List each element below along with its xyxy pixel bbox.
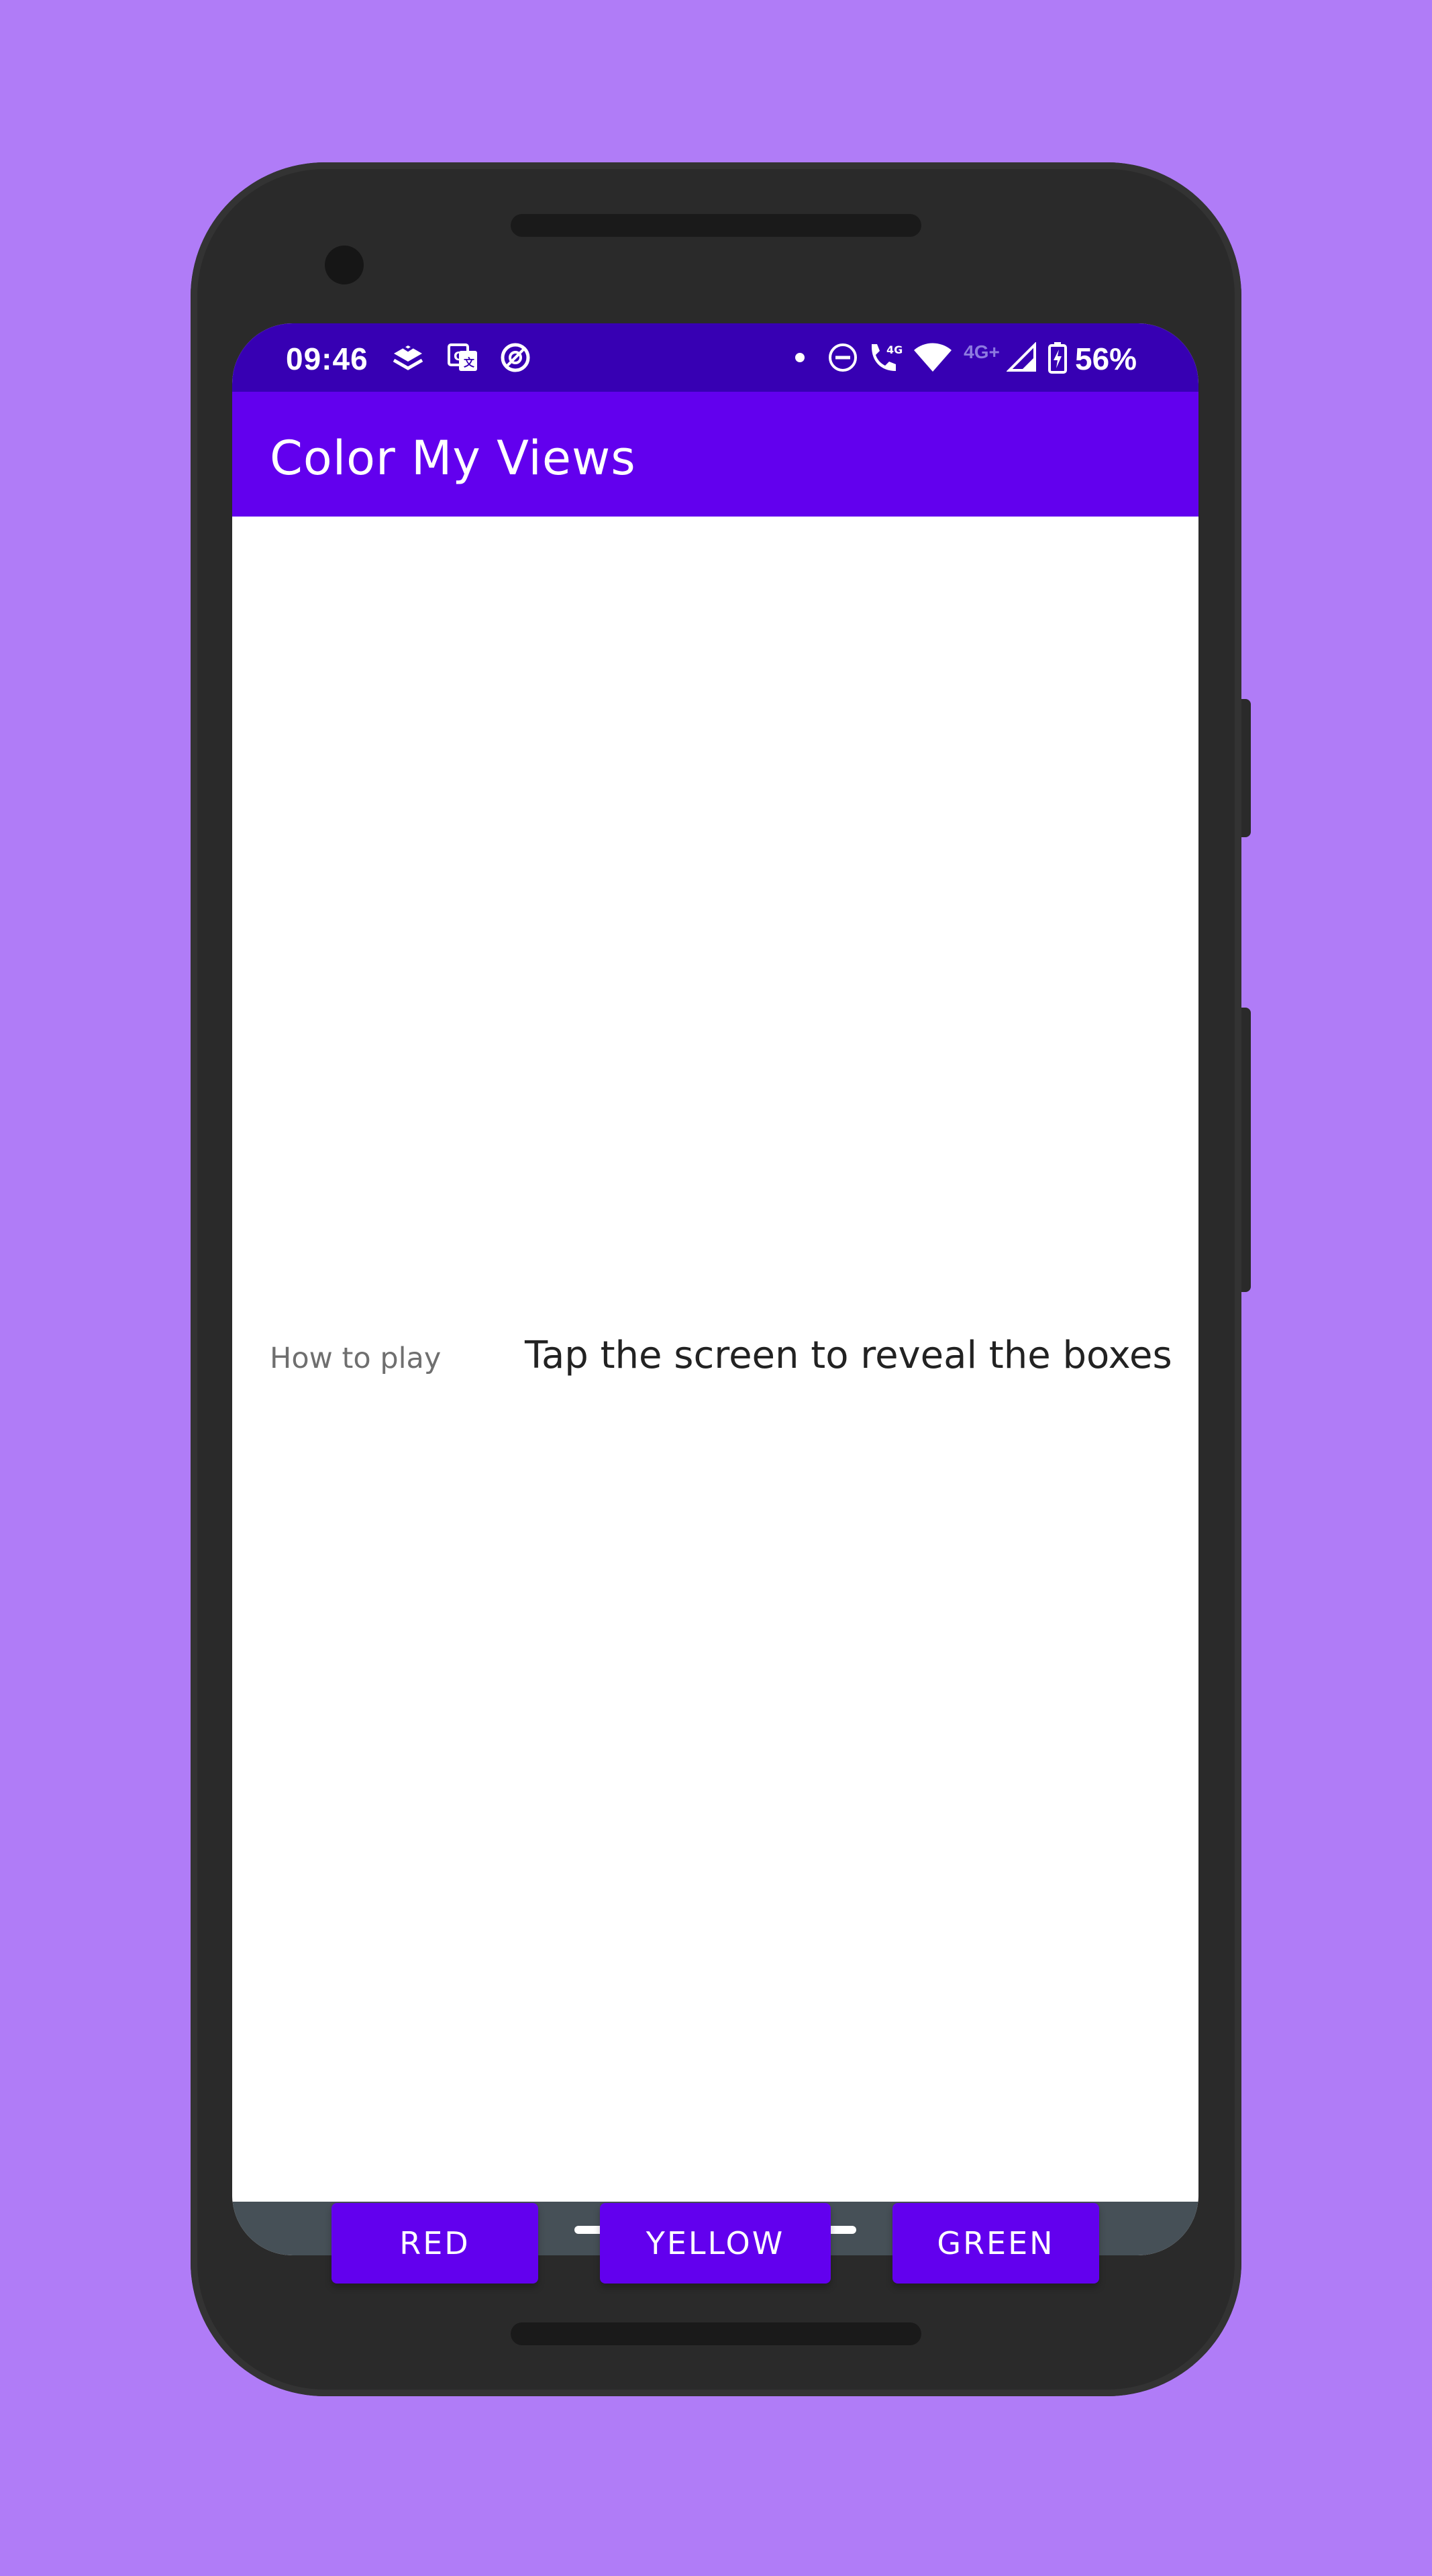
volume-button-hardware <box>1241 1008 1251 1292</box>
power-button-hardware <box>1241 699 1251 837</box>
button-layer: RED YELLOW GREEN <box>191 162 1241 2396</box>
front-camera <box>325 246 364 284</box>
top-speaker <box>511 214 921 237</box>
red-button[interactable]: RED <box>331 2203 538 2284</box>
bottom-speaker <box>511 2322 921 2345</box>
button-row-container: RED YELLOW GREEN <box>232 323 1198 2284</box>
green-button[interactable]: GREEN <box>892 2203 1099 2284</box>
yellow-button[interactable]: YELLOW <box>600 2203 831 2284</box>
